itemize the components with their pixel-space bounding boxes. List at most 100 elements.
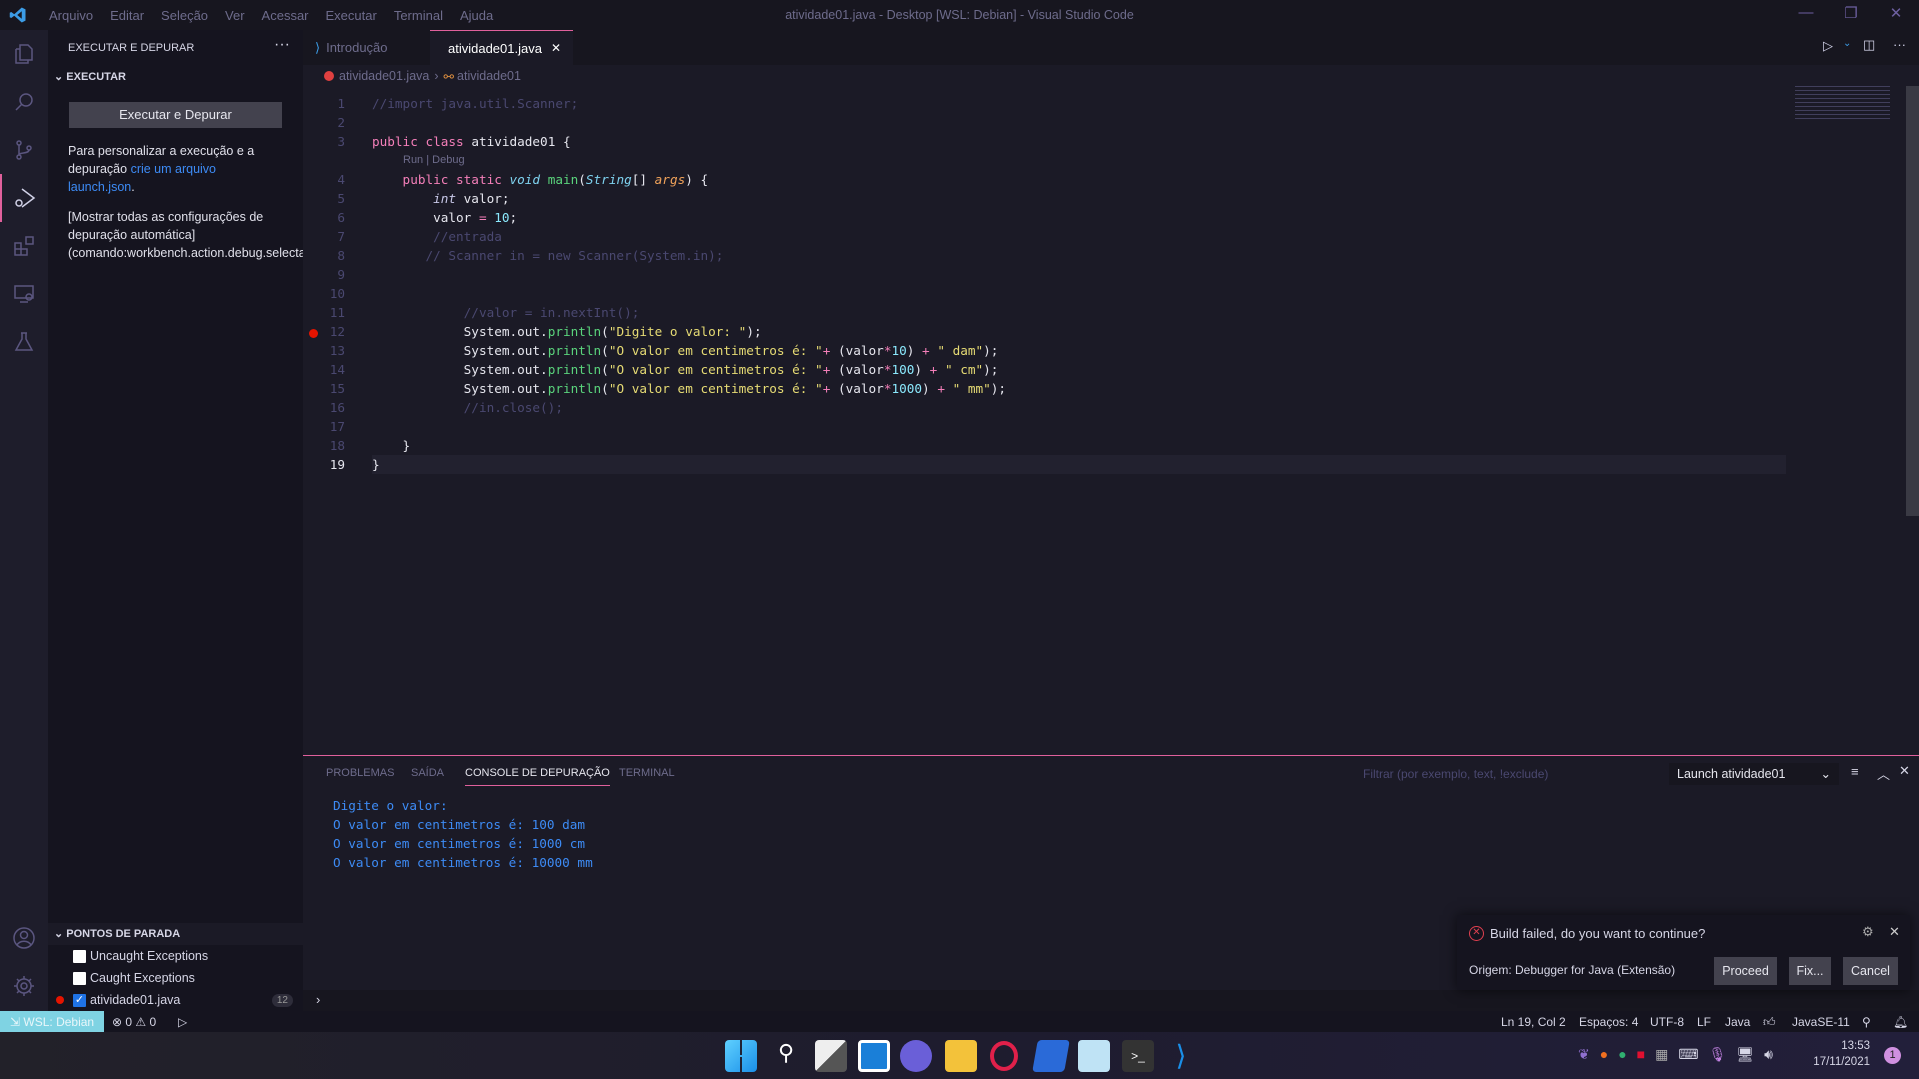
code-line: valor = 10; [372, 210, 517, 225]
section-title: EXECUTAR [66, 71, 126, 83]
minimap[interactable] [1795, 86, 1890, 122]
run-and-debug-button[interactable]: Executar e Depurar [69, 102, 282, 128]
code-token: valor; [463, 191, 510, 206]
debug-launch-icon[interactable]: ▷ [178, 1015, 187, 1029]
java-runtime[interactable]: JavaSE-11 [1792, 1015, 1850, 1029]
tab-introducao[interactable]: ⟩ Introdução [303, 30, 400, 65]
tab-atividade01-java[interactable]: atividade01.java ✕ [430, 30, 573, 65]
menu-acessar[interactable]: Acessar [262, 8, 309, 23]
line-ending[interactable]: LF [1697, 1015, 1711, 1029]
panel-tab[interactable]: SAÍDA [411, 767, 444, 779]
breakpoints-header[interactable]: ⌄ PONTOS DE PARADA [48, 923, 303, 945]
close-notification-icon[interactable]: ✕ [1889, 924, 1900, 940]
panel-tab[interactable]: TERMINAL [619, 767, 675, 779]
clock[interactable]: 13:53 17/11/2021 [1810, 1038, 1870, 1070]
fix-button[interactable]: Fix... [1789, 957, 1831, 985]
breakpoint-checkbox[interactable]: ✓ [73, 993, 86, 1007]
code-token: + [822, 343, 838, 358]
menu-terminal[interactable]: Terminal [394, 8, 443, 23]
launch-config-select[interactable]: Launch atividade01 ⌄ [1669, 763, 1839, 785]
terminal-icon[interactable]: >_ [1122, 1040, 1154, 1072]
breakpoint-dot-icon[interactable] [309, 329, 318, 338]
console-filter-input[interactable]: Filtrar (por exemplo, text, !exclude) [1363, 763, 1563, 785]
clear-console-icon[interactable]: ≡ [1851, 764, 1859, 779]
system-tray[interactable]: ❦ ● ● ■ ▦ ⌨ 🎙︎ 🖥︎ 🔊︎ [1578, 1046, 1773, 1063]
menu-executar[interactable]: Executar [326, 8, 377, 23]
close-tab-icon[interactable]: ✕ [551, 41, 561, 55]
help-line[interactable]: [Mostrar todas as configurações de [68, 208, 303, 226]
extensions-icon[interactable] [0, 222, 48, 270]
section-executar[interactable]: ⌄ EXECUTAR [54, 70, 303, 83]
account-icon[interactable] [0, 914, 48, 962]
run-java-icon[interactable]: ▷ [1823, 38, 1833, 54]
settings-gear-icon[interactable] [0, 962, 48, 1010]
task-view-icon[interactable] [815, 1040, 847, 1072]
breakpoint-item[interactable]: ✓ atividade01.java 12 [48, 989, 303, 1011]
run-debug-icon[interactable] [0, 174, 48, 222]
opera-browser-icon[interactable] [990, 1041, 1018, 1071]
breadcrumb-class[interactable]: atividade01 [457, 69, 521, 83]
warning-count: 0 [149, 1015, 157, 1029]
breakpoint-item[interactable]: Uncaught Exceptions [48, 945, 303, 967]
close-window-button[interactable]: ✕ [1885, 4, 1907, 26]
panel-tab[interactable]: CONSOLE DE DEPURAÇÃO [465, 767, 610, 786]
breakpoint-checkbox[interactable] [73, 949, 86, 963]
encoding[interactable]: UTF-8 [1650, 1015, 1684, 1029]
restore-button[interactable]: ❐ [1840, 4, 1862, 26]
widgets-icon[interactable] [858, 1040, 890, 1072]
powershell-icon[interactable] [1032, 1040, 1070, 1072]
launch-json-link[interactable]: launch.json [68, 180, 131, 194]
close-panel-icon[interactable]: ✕ [1899, 763, 1910, 779]
minimize-button[interactable]: — [1795, 4, 1817, 26]
chat-icon[interactable] [900, 1040, 932, 1072]
notifications-bell-icon[interactable]: 🔔︎ [1893, 1015, 1908, 1029]
notification-toast: ✕ Build failed, do you want to continue?… [1457, 915, 1910, 990]
run-debug-codelens[interactable]: Run | Debug [403, 154, 465, 166]
testing-icon[interactable] [0, 318, 48, 366]
search-taskbar-icon[interactable]: ⚲ [770, 1040, 802, 1072]
notification-settings-gear-icon[interactable]: ⚙ [1862, 924, 1874, 940]
feedback-thumb-icon[interactable]: 👍︎ [1763, 1015, 1776, 1030]
remote-indicator[interactable]: ⇲ WSL: Debian [0, 1011, 104, 1033]
breadcrumb-file[interactable]: atividade01.java [339, 69, 429, 83]
problems-indicator[interactable]: ⊗ 0 ⚠ 0 [112, 1015, 156, 1029]
indentation[interactable]: Espaços: 4 [1579, 1015, 1638, 1029]
editor-scrollbar[interactable] [1906, 86, 1919, 516]
code-token: = [478, 210, 495, 225]
maximize-panel-icon[interactable]: ︿ [1877, 764, 1890, 783]
live-share-icon[interactable]: ⚲ [1862, 1015, 1871, 1029]
create-launch-json-link[interactable]: crie um arquivo [131, 162, 216, 176]
menu-ajuda[interactable]: Ajuda [460, 8, 493, 23]
start-button-icon[interactable] [725, 1040, 757, 1072]
breakpoint-item[interactable]: Caught Exceptions [48, 967, 303, 989]
menu-editar[interactable]: Editar [110, 8, 144, 23]
source-control-icon[interactable] [0, 126, 48, 174]
avast-icon: ● [1599, 1046, 1609, 1062]
panel-tab[interactable]: PROBLEMAS [326, 767, 394, 779]
code-token: args [654, 172, 686, 187]
menu-arquivo[interactable]: Arquivo [49, 8, 93, 23]
notification-center-badge[interactable]: 1 [1884, 1047, 1901, 1064]
cursor-position[interactable]: Ln 19, Col 2 [1501, 1015, 1566, 1029]
split-editor-icon[interactable]: ◫ [1863, 37, 1875, 53]
resource-monitor-icon[interactable] [1078, 1040, 1110, 1072]
console-input[interactable]: › [303, 990, 1919, 1012]
vscode-taskbar-icon[interactable]: ⟩ [1165, 1040, 1197, 1072]
more-actions-button[interactable]: ··· [274, 36, 290, 54]
menu-seleção[interactable]: Seleção [161, 8, 208, 23]
language-mode[interactable]: Java [1725, 1015, 1750, 1029]
code-token: ( [578, 172, 586, 187]
code-line: // Scanner in = new Scanner(System.in); [372, 248, 723, 263]
breakpoint-checkbox[interactable] [73, 971, 86, 985]
cancel-button[interactable]: Cancel [1843, 957, 1898, 985]
line-number: 9 [337, 267, 345, 282]
more-actions-icon[interactable]: ··· [1893, 37, 1906, 52]
proceed-button[interactable]: Proceed [1714, 957, 1777, 985]
menu-ver[interactable]: Ver [225, 8, 245, 23]
explorer-icon[interactable] [0, 30, 48, 78]
run-dropdown-chevron-icon[interactable]: ⌄ [1843, 38, 1851, 49]
file-explorer-icon[interactable] [945, 1040, 977, 1072]
search-icon[interactable] [0, 78, 48, 126]
remote-explorer-icon[interactable] [0, 270, 48, 318]
code-token: ) { [685, 172, 709, 187]
